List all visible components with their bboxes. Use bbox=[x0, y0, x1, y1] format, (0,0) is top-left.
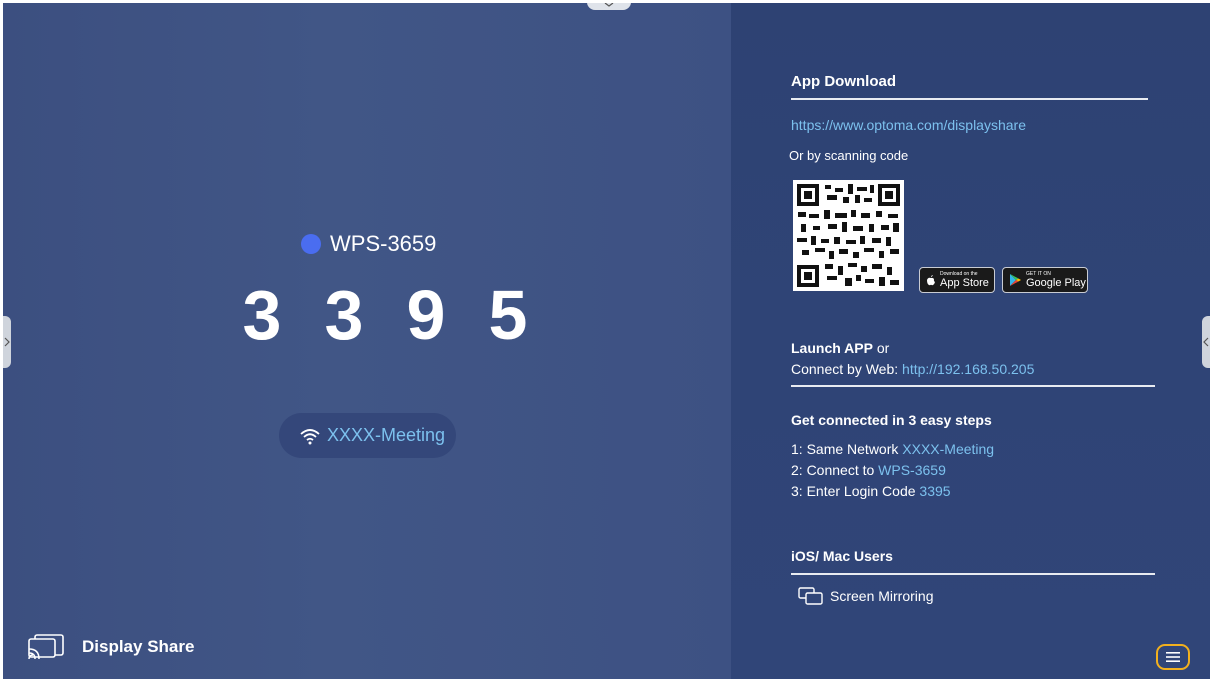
step-value: XXXX-Meeting bbox=[902, 441, 995, 457]
app-store-badge[interactable]: Download on the App Store bbox=[919, 267, 995, 293]
step-value: 3395 bbox=[919, 483, 951, 499]
step-value: WPS-3659 bbox=[878, 462, 946, 478]
app-store-text: App Store bbox=[940, 277, 989, 289]
chevron-right-icon bbox=[4, 337, 10, 347]
divider bbox=[791, 98, 1148, 100]
left-side-tab[interactable] bbox=[3, 316, 11, 368]
display-share-screen: WPS-3659 3 3 9 5 XXXX-Meeting Display Sh… bbox=[3, 3, 1210, 679]
screen-mirroring-icon bbox=[798, 587, 823, 605]
connect-by-web-line: Connect by Web: http://192.168.50.205 bbox=[791, 361, 1034, 377]
login-code-digit: 9 bbox=[406, 276, 446, 354]
launch-app-line: Launch APP or bbox=[791, 340, 889, 356]
top-pull-tab[interactable] bbox=[587, 3, 631, 10]
steps-heading: Get connected in 3 easy steps bbox=[791, 412, 992, 428]
chevron-left-icon bbox=[1203, 337, 1209, 347]
login-code-digit: 3 bbox=[324, 276, 364, 354]
google-play-icon bbox=[1010, 274, 1021, 286]
screen-mirroring-label: Screen Mirroring bbox=[830, 588, 934, 604]
launch-or-text: or bbox=[872, 340, 890, 356]
ios-mac-heading: iOS/ Mac Users bbox=[791, 548, 893, 564]
google-play-text: Google Play bbox=[1026, 277, 1086, 289]
divider bbox=[791, 385, 1155, 387]
menu-button[interactable] bbox=[1156, 644, 1190, 670]
status-dot bbox=[301, 234, 321, 254]
divider bbox=[791, 573, 1155, 575]
login-code: 3 3 9 5 bbox=[221, 273, 549, 357]
screen-mirroring-button[interactable]: Screen Mirroring bbox=[798, 587, 933, 605]
connect-by-web-label: Connect by Web: bbox=[791, 361, 903, 377]
device-name-row: WPS-3659 bbox=[301, 231, 436, 257]
cast-icon bbox=[28, 634, 64, 660]
step-item: 2: Connect to WPS-3659 bbox=[791, 462, 946, 478]
app-name: Display Share bbox=[82, 637, 195, 656]
login-code-digit: 5 bbox=[488, 276, 528, 354]
login-code-digit: 3 bbox=[242, 276, 282, 354]
google-play-badge[interactable]: GET IT ON Google Play bbox=[1002, 267, 1088, 293]
right-side-tab[interactable] bbox=[1202, 316, 1210, 368]
menu-icon bbox=[1166, 652, 1180, 662]
scan-text: Or by scanning code bbox=[789, 148, 909, 163]
web-address-link[interactable]: http://192.168.50.205 bbox=[902, 361, 1034, 377]
chevron-down-icon bbox=[604, 3, 614, 7]
network-name: XXXX-Meeting bbox=[327, 425, 446, 445]
app-brand: Display Share bbox=[25, 633, 194, 661]
qr-code bbox=[793, 180, 904, 291]
connection-panel: WPS-3659 3 3 9 5 XXXX-Meeting Display Sh… bbox=[3, 3, 731, 679]
wifi-icon bbox=[300, 428, 320, 444]
step-item: 1: Same Network XXXX-Meeting bbox=[791, 441, 994, 457]
network-pill: XXXX-Meeting bbox=[279, 413, 456, 458]
download-link[interactable]: https://www.optoma.com/displayshare bbox=[791, 117, 1026, 133]
device-name: WPS-3659 bbox=[330, 231, 437, 256]
step-prefix: 3: Enter Login Code bbox=[791, 483, 920, 499]
app-download-heading: App Download bbox=[791, 73, 896, 90]
apple-icon bbox=[927, 275, 935, 286]
launch-app-label: Launch APP bbox=[791, 340, 873, 356]
step-prefix: 1: Same Network bbox=[791, 441, 903, 457]
step-item: 3: Enter Login Code 3395 bbox=[791, 483, 951, 499]
step-prefix: 2: Connect to bbox=[791, 462, 879, 478]
